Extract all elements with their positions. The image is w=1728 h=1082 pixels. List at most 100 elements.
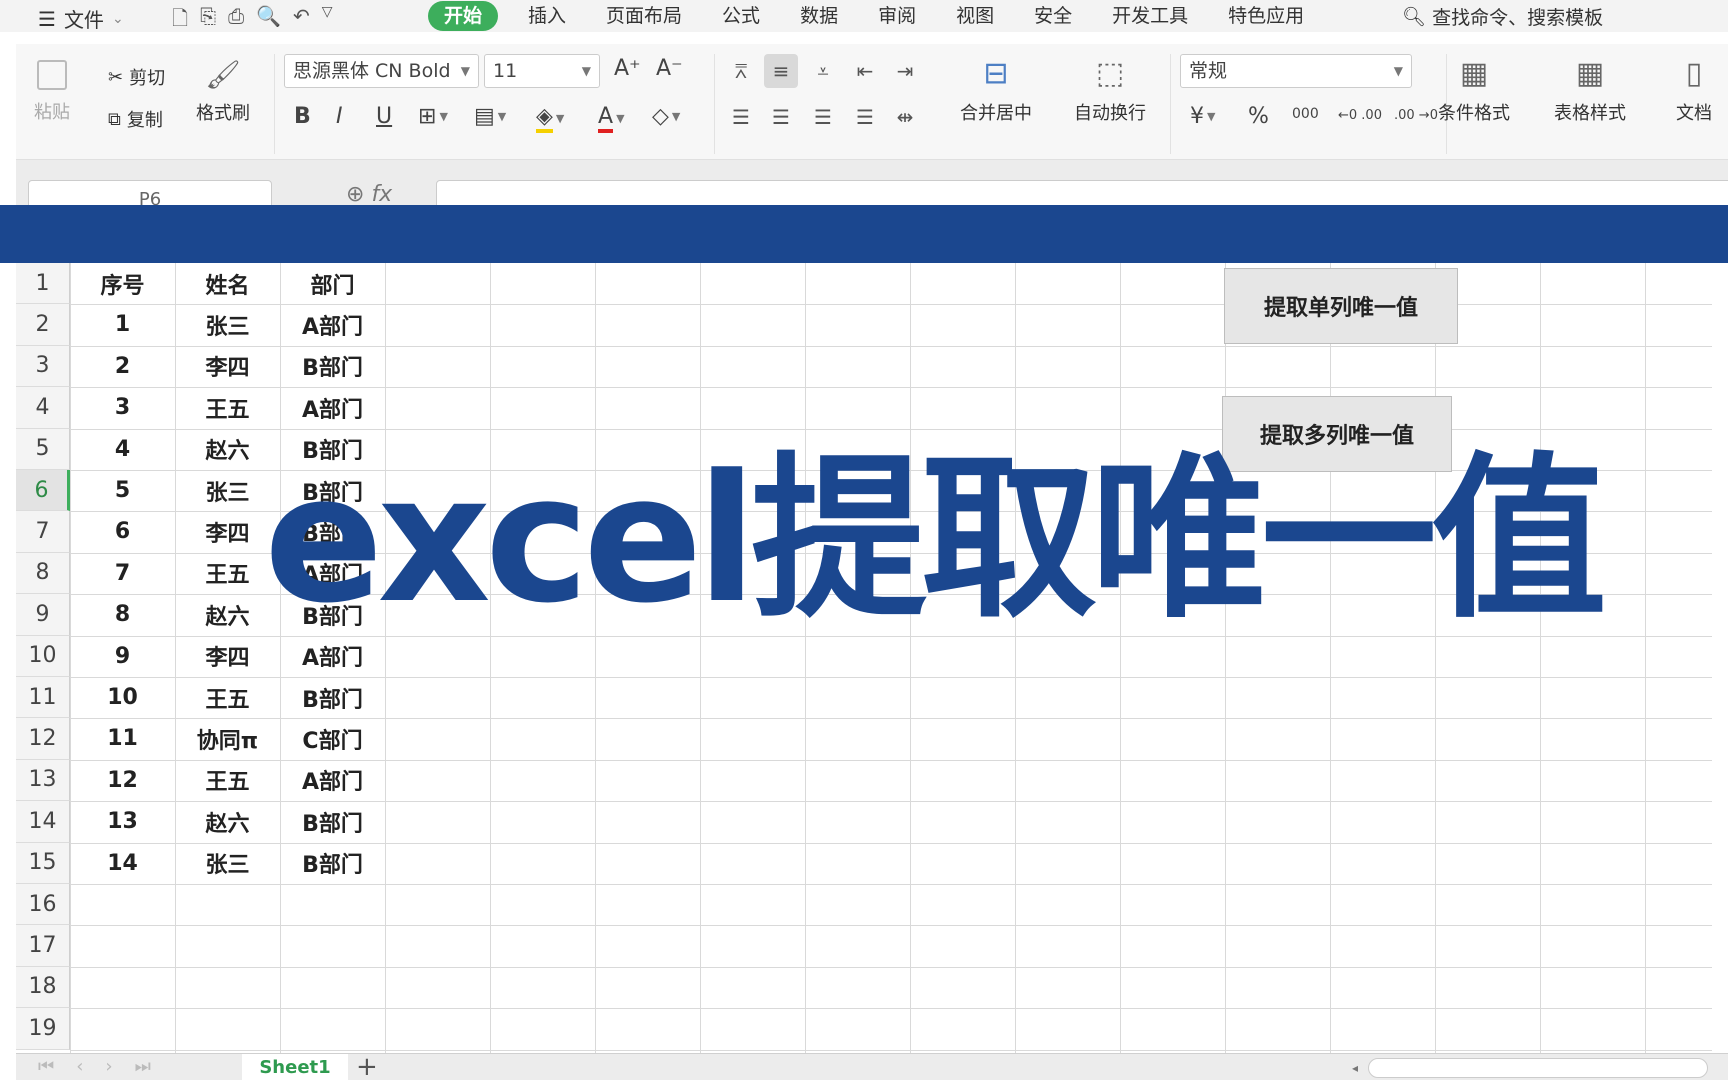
table-cell[interactable]: B部门 xyxy=(280,346,385,387)
table-cell[interactable]: 2 xyxy=(70,346,175,387)
last-sheet-icon[interactable]: ⏭ xyxy=(135,1056,151,1077)
table-cell[interactable]: 3 xyxy=(70,387,175,428)
row-header[interactable]: 1 xyxy=(16,263,70,305)
italic-button[interactable]: I xyxy=(336,104,343,129)
font-size-select[interactable]: 11 ▼ xyxy=(484,54,600,88)
table-cell[interactable]: 14 xyxy=(70,843,175,884)
number-format-select[interactable]: 常规 ▼ xyxy=(1180,54,1412,88)
tab-security[interactable]: 安全 xyxy=(1014,1,1092,31)
table-cell[interactable]: A部门 xyxy=(280,304,385,345)
print-icon[interactable]: ⎙ xyxy=(228,4,244,38)
row-header[interactable]: 15 xyxy=(16,842,70,884)
row-header[interactable]: 3 xyxy=(16,345,70,388)
align-center-button[interactable]: ☰ xyxy=(764,100,798,134)
table-cell[interactable]: A部门 xyxy=(280,387,385,428)
tab-home[interactable]: 开始 xyxy=(428,1,499,31)
horizontal-scrollbar[interactable]: ◂ xyxy=(1352,1058,1709,1078)
increase-indent-button[interactable]: ⇥ xyxy=(888,54,922,88)
bold-button[interactable]: B xyxy=(294,104,311,129)
decrease-font-button[interactable]: A⁻ xyxy=(656,56,683,81)
row-header[interactable]: 17 xyxy=(16,925,70,967)
conditional-format-button[interactable]: ▦ 条件格式 xyxy=(1438,56,1510,125)
align-left-button[interactable]: ☰ xyxy=(724,100,758,134)
font-name-select[interactable]: 思源黑体 CN Bold ▼ xyxy=(284,54,479,88)
row-header[interactable]: 5 xyxy=(16,428,70,470)
decrease-indent-button[interactable]: ⇤ xyxy=(848,54,882,88)
thousands-button[interactable]: 000 xyxy=(1292,106,1319,122)
table-cell[interactable]: 6 xyxy=(70,511,175,552)
format-painter-button[interactable]: 🖌 格式刷 xyxy=(196,58,250,125)
font-color-button[interactable]: A ▼ xyxy=(598,104,625,133)
row-header[interactable]: 9 xyxy=(16,594,70,636)
scrollbar-track[interactable] xyxy=(1368,1058,1709,1078)
table-cell[interactable]: 8 xyxy=(70,594,175,635)
tab-view[interactable]: 视图 xyxy=(936,1,1014,31)
borders-button[interactable]: ⊞ ▼ xyxy=(418,104,448,129)
cut-button[interactable]: ✂ 剪切 xyxy=(108,64,165,90)
undo-icon[interactable]: ↶ xyxy=(293,4,310,38)
more-icon[interactable]: ▽ xyxy=(322,4,333,38)
tab-special[interactable]: 特色应用 xyxy=(1208,1,1324,31)
table-cell[interactable]: 李四 xyxy=(175,346,280,387)
fx-icon[interactable]: fx xyxy=(371,182,392,207)
table-cell[interactable]: 12 xyxy=(70,760,175,801)
table-cell[interactable]: 王五 xyxy=(175,387,280,428)
align-right-button[interactable]: ☰ xyxy=(806,100,840,134)
export-pdf-icon[interactable]: ⎘ xyxy=(200,4,216,38)
table-cell[interactable]: A部门 xyxy=(280,760,385,801)
align-top-button[interactable]: ⩞ xyxy=(724,54,758,88)
zoom-formula-icon[interactable]: ⊕ xyxy=(346,182,364,207)
file-menu[interactable]: ☰ 文件 ⌄ xyxy=(38,4,124,33)
table-cell[interactable]: 9 xyxy=(70,636,175,677)
save-icon[interactable]: 🗋 xyxy=(172,4,188,38)
row-header[interactable]: 11 xyxy=(16,677,70,719)
table-cell[interactable]: 赵六 xyxy=(175,801,280,842)
table-cell[interactable]: 1 xyxy=(70,304,175,345)
table-cell[interactable]: B部门 xyxy=(280,677,385,718)
print-preview-icon[interactable]: 🔍 xyxy=(256,4,281,38)
sheet-tab-sheet1[interactable]: Sheet1 xyxy=(242,1054,348,1081)
extract-single-column-unique-button[interactable]: 提取单列唯一值 xyxy=(1224,268,1458,344)
tab-data[interactable]: 数据 xyxy=(780,1,858,31)
distributed-button[interactable]: ⇹ xyxy=(888,100,922,134)
column-header-cell[interactable]: 姓名 xyxy=(175,263,280,304)
row-header[interactable]: 2 xyxy=(16,304,70,346)
table-cell[interactable]: 13 xyxy=(70,801,175,842)
justify-button[interactable]: ☰ xyxy=(848,100,882,134)
command-search[interactable]: 🔍︎ 查找命令、搜索模板 xyxy=(1402,3,1603,30)
row-header[interactable]: 19 xyxy=(16,1008,70,1050)
wrap-text-button[interactable]: ⬚ 自动换行 xyxy=(1074,56,1146,125)
tab-page-layout[interactable]: 页面布局 xyxy=(586,1,702,31)
copy-button[interactable]: ⧉ 复制 xyxy=(108,106,163,132)
row-header[interactable]: 13 xyxy=(16,759,70,802)
tab-review[interactable]: 审阅 xyxy=(858,1,936,31)
spreadsheet-grid[interactable]: 1 2 3 4 5 6 7 8 9 10 11 12 13 14 15 16 17 18 19 序号 姓名 部门 1 张三 A部… xyxy=(16,263,1712,1053)
merge-center-button[interactable]: ⊟ 合并居中 xyxy=(960,56,1032,125)
table-cell[interactable]: 4 xyxy=(70,429,175,470)
paste-button[interactable]: 粘贴 xyxy=(34,60,70,124)
percent-button[interactable]: % xyxy=(1248,104,1269,129)
next-sheet-icon[interactable]: › xyxy=(105,1056,112,1077)
table-cell[interactable]: 协同π xyxy=(175,718,280,759)
first-sheet-icon[interactable]: ⏮ xyxy=(38,1056,54,1077)
align-middle-button[interactable]: ≡ xyxy=(764,54,798,88)
table-cell[interactable]: 10 xyxy=(70,677,175,718)
fill-color-button[interactable]: ◈ ▼ xyxy=(536,104,564,133)
underline-button[interactable]: U xyxy=(376,104,392,129)
prev-sheet-icon[interactable]: ‹ xyxy=(76,1056,83,1077)
row-header[interactable]: 8 xyxy=(16,552,70,595)
row-header[interactable]: 7 xyxy=(16,511,70,553)
table-cell[interactable]: 7 xyxy=(70,553,175,594)
currency-button[interactable]: ¥ ▼ xyxy=(1190,104,1215,129)
column-header-cell[interactable]: 部门 xyxy=(280,263,385,304)
doc-helper-button[interactable]: ▯ 文档 xyxy=(1676,56,1712,125)
row-header[interactable]: 14 xyxy=(16,801,70,843)
tab-formulas[interactable]: 公式 xyxy=(702,1,780,31)
row-header[interactable]: 12 xyxy=(16,718,70,760)
table-cell[interactable]: 张三 xyxy=(175,304,280,345)
table-cell[interactable]: 5 xyxy=(70,470,175,511)
increase-decimal-button[interactable]: ←0 .00 xyxy=(1338,108,1382,123)
row-header[interactable]: 16 xyxy=(16,884,70,926)
row-header[interactable]: 10 xyxy=(16,635,70,677)
table-style-button[interactable]: ▦ 表格样式 xyxy=(1554,56,1626,125)
